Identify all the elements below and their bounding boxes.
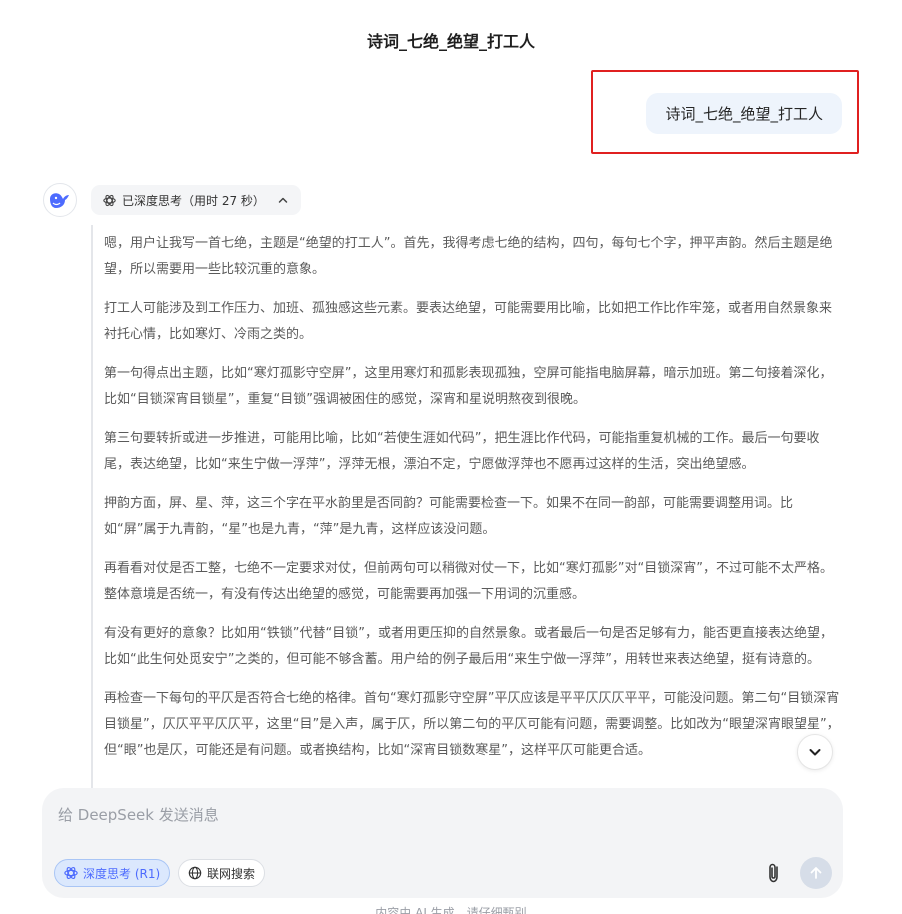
- page-title: 诗词_七绝_绝望_打工人: [366, 32, 535, 51]
- paperclip-icon: [769, 863, 778, 883]
- message-input[interactable]: [56, 800, 816, 830]
- scroll-to-bottom-button[interactable]: [797, 734, 833, 770]
- thinking-paragraph: 再看看对仗是否工整，七绝不一定要求对仗，但前两句可以稍微对仗一下，比如“寒灯孤影…: [104, 561, 833, 602]
- assistant-avatar: [43, 183, 77, 217]
- deep-think-button-label: 深度思考 (R1): [83, 866, 161, 881]
- user-message-bubble: 诗词_七绝_绝望_打工人: [646, 93, 842, 134]
- attach-file-button[interactable]: [760, 859, 788, 887]
- thinking-paragraph: 第三句要转折或进一步推进，可能用比喻，比如“若使生涯如代码”，把生涯比作代码，可…: [104, 431, 820, 472]
- thinking-paragraph: 有没有更好的意象？比如用“铁锁”代替“目锁”，或者用更压抑的自然景象。或者最后一…: [104, 626, 833, 667]
- deep-think-toggle-label: 已深度思考（用时 27 秒）: [122, 193, 265, 208]
- atom-icon: [64, 866, 78, 880]
- web-search-button[interactable]: 联网搜索: [178, 859, 266, 887]
- thinking-paragraph: 打工人可能涉及到工作压力、加班、孤独感这些元素。要表达绝望，可能需要用比喻，比如…: [104, 301, 833, 342]
- send-button[interactable]: [800, 857, 832, 889]
- thinking-paragraph: 押韵方面，屏、星、萍，这三个字在平水韵里是否同韵？可能需要检查一下。如果不在同一…: [104, 496, 794, 537]
- thinking-paragraph: 第一句得点出主题，比如“寒灯孤影守空屏”，这里用寒灯和孤影表现孤独，空屏可能指电…: [104, 366, 833, 407]
- deep-think-toggle[interactable]: 已深度思考（用时 27 秒）: [91, 185, 301, 215]
- thinking-paragraph: 再检查一下每句的平仄是否符合七绝的格律。首句“寒灯孤影守空屏”平仄应该是平平仄仄…: [104, 691, 840, 758]
- ai-disclaimer: 内容由 AI 生成，请仔细甄别: [375, 906, 527, 914]
- chat-page: 诗词_七绝_绝望_打工人 诗词_七绝_绝望_打工人 已深度思考（用时 27 秒）…: [0, 0, 902, 914]
- web-search-button-label: 联网搜索: [207, 866, 256, 881]
- message-composer: 深度思考 (R1) 联网搜索: [42, 788, 843, 898]
- deep-think-button[interactable]: 深度思考 (R1): [54, 859, 171, 887]
- globe-icon: [188, 866, 202, 880]
- thinking-paragraph: 嗯，用户让我写一首七绝，主题是“绝望的打工人”。首先，我得考虑七绝的结构，四句，…: [104, 236, 833, 277]
- atom-icon: [103, 194, 116, 206]
- thinking-content: 嗯，用户让我写一首七绝，主题是“绝望的打工人”。首先，我得考虑七绝的结构，四句，…: [91, 225, 843, 793]
- arrow-up-icon: [810, 867, 822, 879]
- deepseek-whale-icon: [50, 193, 69, 208]
- chevron-up-icon: [277, 194, 289, 206]
- chevron-down-icon: [809, 749, 821, 756]
